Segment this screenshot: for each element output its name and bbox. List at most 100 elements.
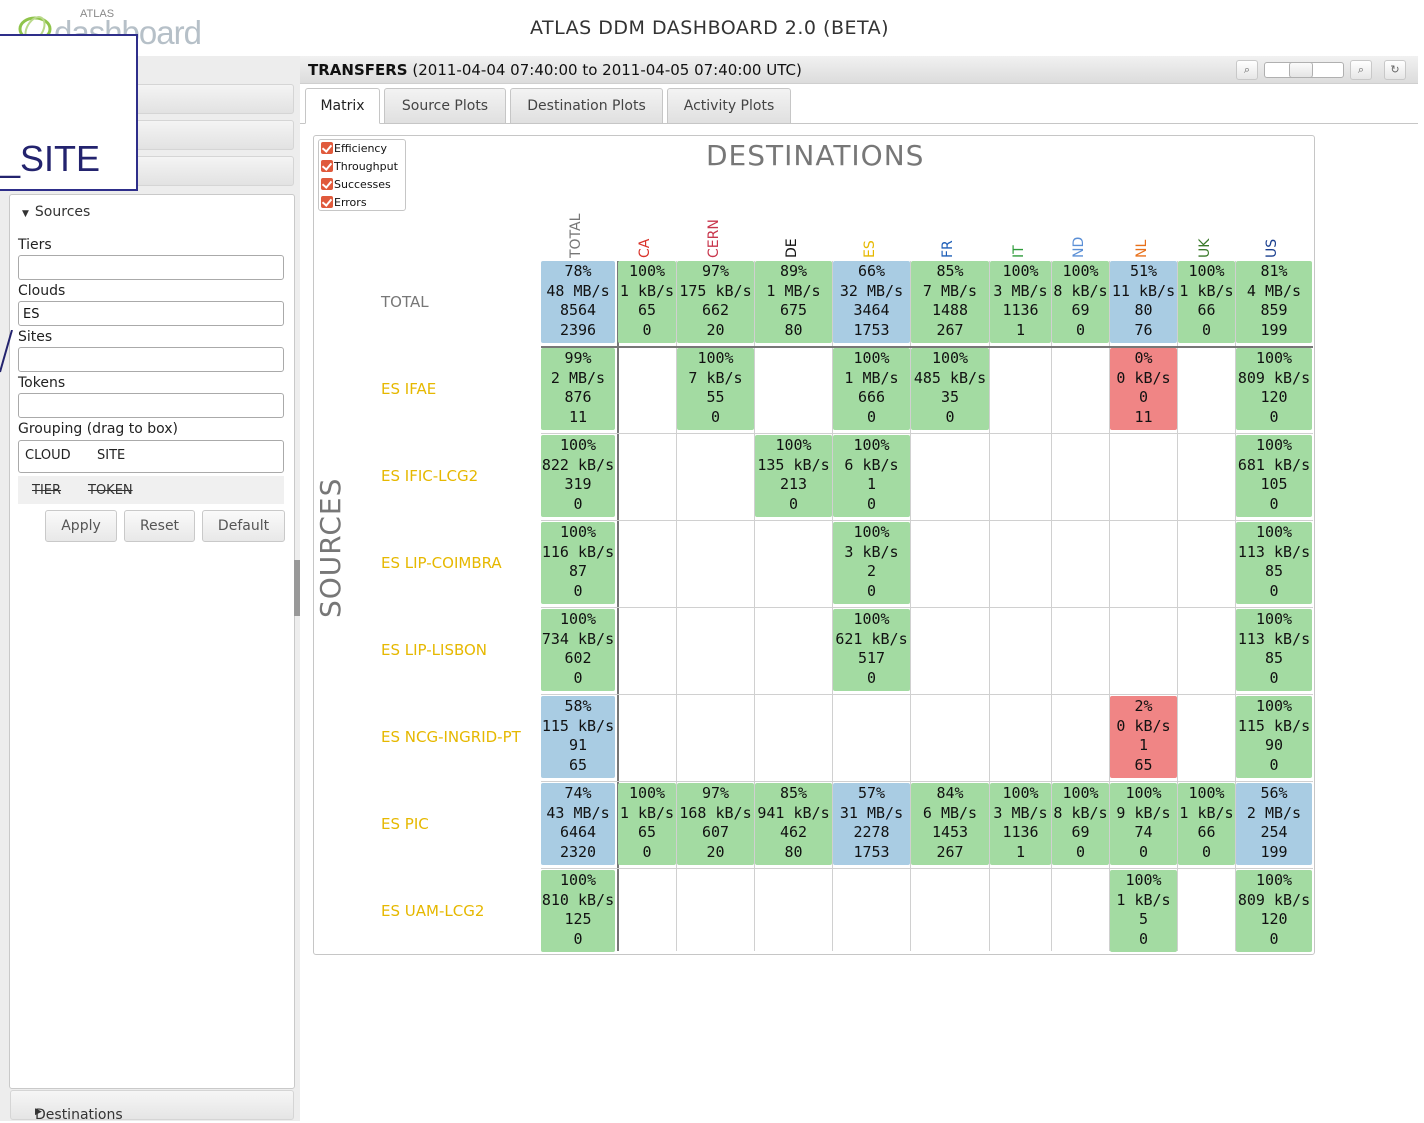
grouping-chip-tier[interactable]: TIER xyxy=(32,483,61,498)
cell-errors: 80 xyxy=(784,320,803,339)
cell-efficiency: 85% xyxy=(936,262,964,280)
matrix-cell[interactable]: 100% 1 kB/s 65 0 xyxy=(618,783,676,865)
legend-errors-checkbox[interactable]: Errors xyxy=(321,196,367,211)
default-button[interactable]: Default xyxy=(202,510,285,542)
matrix-cell[interactable]: 100% 809 kB/s 120 0 xyxy=(1236,870,1312,952)
cell-efficiency: 56% xyxy=(1260,784,1288,802)
matrix-cell[interactable]: 100% 8 kB/s 69 0 xyxy=(1052,783,1109,865)
column-header-uk[interactable]: UK xyxy=(1197,198,1217,258)
grouping-chip-cloud[interactable]: CLOUD xyxy=(21,448,75,463)
tab-source-plots[interactable]: Source Plots xyxy=(384,88,506,124)
destinations-panel-header[interactable]: ▶ Destinations xyxy=(10,1090,294,1123)
cell-throughput: 6 kB/s xyxy=(844,455,899,474)
column-header-ca[interactable]: CA xyxy=(637,198,657,258)
matrix-cell[interactable]: 100% 116 kB/s 87 0 xyxy=(541,522,615,604)
matrix-cell[interactable]: 100% 1 kB/s 66 0 xyxy=(1178,261,1235,343)
matrix-cell[interactable]: 57% 31 MB/s 2278 1753 xyxy=(833,783,910,865)
tab-activity-plots[interactable]: Activity Plots xyxy=(667,88,791,124)
matrix-cell[interactable]: 0% 0 kB/s 0 11 xyxy=(1110,348,1177,430)
matrix-cell[interactable]: 81% 4 MB/s 859 199 xyxy=(1236,261,1312,343)
matrix-cell[interactable]: 100% 7 kB/s 55 0 xyxy=(677,348,754,430)
column-header-nl[interactable]: NL xyxy=(1134,198,1154,258)
matrix-cell[interactable]: 100% 6 kB/s 1 0 xyxy=(833,435,910,517)
grouping-chip-token[interactable]: TOKEN xyxy=(88,483,133,498)
matrix-cell[interactable]: 100% 115 kB/s 90 0 xyxy=(1236,696,1312,778)
tokens-input[interactable] xyxy=(18,393,284,418)
clouds-input[interactable]: ES xyxy=(18,301,284,326)
grouping-drop-box[interactable]: CLOUD SITE xyxy=(18,440,284,473)
reset-button[interactable]: Reset xyxy=(124,510,195,542)
column-header-it[interactable]: IT xyxy=(1011,198,1031,258)
zoom-out-icon[interactable]: ⌕ xyxy=(1236,60,1258,80)
row-header[interactable]: TOTAL xyxy=(381,293,429,311)
sources-header[interactable]: ▼ Sources xyxy=(22,204,90,220)
column-header-nd[interactable]: ND xyxy=(1071,198,1091,258)
matrix-cell[interactable]: 100% 3 kB/s 2 0 xyxy=(833,522,910,604)
tiers-input[interactable] xyxy=(18,255,284,280)
apply-button[interactable]: Apply xyxy=(45,510,117,542)
column-header-de[interactable]: DE xyxy=(784,198,804,258)
matrix-cell[interactable]: 89% 1 MB/s 675 80 xyxy=(755,261,832,343)
matrix-cell[interactable]: 74% 43 MB/s 6464 2320 xyxy=(541,783,615,865)
matrix-cell[interactable]: 66% 32 MB/s 3464 1753 xyxy=(833,261,910,343)
matrix-cell[interactable]: 85% 7 MB/s 1488 267 xyxy=(911,261,989,343)
matrix-cell[interactable]: 100% 1 kB/s 65 0 xyxy=(618,261,676,343)
column-header-es[interactable]: ES xyxy=(862,198,882,258)
row-header[interactable]: ES PIC xyxy=(381,815,429,833)
grouping-chip-site[interactable]: SITE xyxy=(93,448,129,463)
matrix-cell[interactable]: 100% 485 kB/s 35 0 xyxy=(911,348,989,430)
matrix-cell[interactable]: 100% 734 kB/s 602 0 xyxy=(541,609,615,691)
matrix-cell[interactable]: 100% 822 kB/s 319 0 xyxy=(541,435,615,517)
matrix-cell[interactable]: 97% 168 kB/s 607 20 xyxy=(677,783,754,865)
matrix-cell[interactable]: 2% 0 kB/s 1 65 xyxy=(1110,696,1177,778)
cell-throughput: 43 MB/s xyxy=(546,803,610,822)
matrix-cell[interactable]: 100% 621 kB/s 517 0 xyxy=(833,609,910,691)
matrix-cell[interactable]: 100% 810 kB/s 125 0 xyxy=(541,870,615,952)
row-header[interactable]: ES IFAE xyxy=(381,380,436,398)
row-header[interactable]: ES IFIC-LCG2 xyxy=(381,467,478,485)
matrix-cell[interactable]: 85% 941 kB/s 462 80 xyxy=(755,783,832,865)
cell-errors: 0 xyxy=(1201,320,1212,339)
zoom-slider[interactable] xyxy=(1264,62,1344,78)
column-header-total[interactable]: TOTAL xyxy=(568,198,588,258)
row-header[interactable]: ES LIP-LISBON xyxy=(381,641,487,659)
matrix-cell[interactable]: 100% 681 kB/s 105 0 xyxy=(1236,435,1312,517)
matrix-cell[interactable]: 56% 2 MB/s 254 199 xyxy=(1236,783,1312,865)
matrix-cell[interactable]: 100% 3 MB/s 1136 1 xyxy=(990,261,1051,343)
row-header[interactable]: ES LIP-COIMBRA xyxy=(381,554,502,572)
row-header[interactable]: ES NCG-INGRID-PT xyxy=(381,728,521,746)
legend-efficiency-checkbox[interactable]: Efficiency xyxy=(321,142,387,157)
tab-destination-plots[interactable]: Destination Plots xyxy=(510,88,663,124)
tab-matrix[interactable]: Matrix xyxy=(305,88,380,124)
zoom-slider-thumb[interactable] xyxy=(1289,62,1313,78)
matrix-cell[interactable]: 100% 1 MB/s 666 0 xyxy=(833,348,910,430)
matrix-cell[interactable]: 100% 3 MB/s 1136 1 xyxy=(990,783,1051,865)
matrix-cell[interactable]: 100% 1 kB/s 66 0 xyxy=(1178,783,1235,865)
matrix-cell[interactable]: 99% 2 MB/s 876 11 xyxy=(541,348,615,430)
cell-throughput: 168 kB/s xyxy=(679,803,752,822)
matrix-cell[interactable]: 78% 48 MB/s 8564 2396 xyxy=(541,261,615,343)
cell-efficiency: 100% xyxy=(853,436,890,454)
zoom-in-icon[interactable]: ⌕ xyxy=(1350,60,1372,80)
cell-successes: 120 xyxy=(1260,910,1288,928)
matrix-cell[interactable]: 84% 6 MB/s 1453 267 xyxy=(911,783,989,865)
column-header-cern[interactable]: CERN xyxy=(706,198,726,258)
matrix-cell[interactable]: 97% 175 kB/s 662 20 xyxy=(677,261,754,343)
matrix-cell[interactable]: 100% 135 kB/s 213 0 xyxy=(755,435,832,517)
matrix-cell[interactable]: 100% 113 kB/s 85 0 xyxy=(1236,522,1312,604)
cell-efficiency: 100% xyxy=(1002,784,1039,802)
column-header-us[interactable]: US xyxy=(1264,198,1284,258)
matrix-cell[interactable]: 100% 9 kB/s 74 0 xyxy=(1110,783,1177,865)
matrix-cell[interactable]: 100% 1 kB/s 5 0 xyxy=(1110,870,1177,952)
matrix-cell[interactable]: 100% 8 kB/s 69 0 xyxy=(1052,261,1109,343)
matrix-cell[interactable]: 100% 809 kB/s 120 0 xyxy=(1236,348,1312,430)
sites-input[interactable] xyxy=(18,347,284,372)
matrix-cell[interactable]: 51% 11 kB/s 80 76 xyxy=(1110,261,1177,343)
matrix-cell[interactable]: 100% 113 kB/s 85 0 xyxy=(1236,609,1312,691)
column-header-fr[interactable]: FR xyxy=(940,198,960,258)
refresh-icon[interactable]: ↻ xyxy=(1384,60,1406,80)
matrix-cell[interactable]: 58% 115 kB/s 91 65 xyxy=(541,696,615,778)
legend-successes-checkbox[interactable]: Successes xyxy=(321,178,391,193)
row-header[interactable]: ES UAM-LCG2 xyxy=(381,902,484,920)
legend-throughput-checkbox[interactable]: Throughput xyxy=(321,160,398,175)
